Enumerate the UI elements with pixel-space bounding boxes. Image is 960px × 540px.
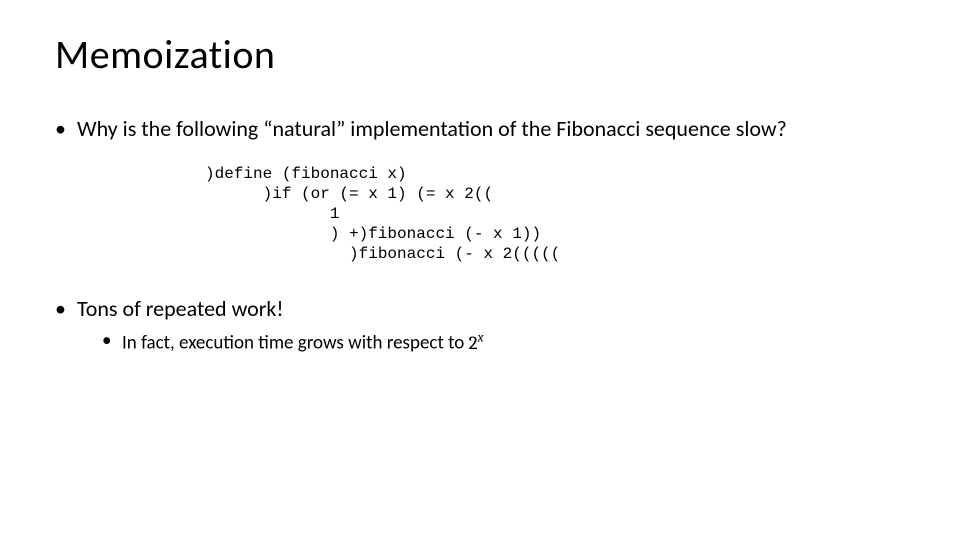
slide-title: Memoization xyxy=(55,30,905,79)
bullet-text-1: Why is the following “natural” implement… xyxy=(77,115,787,142)
sub-bullet-text-1: In fact, execution time grows with respe… xyxy=(122,332,469,355)
bullet-list: Why is the following “natural” implement… xyxy=(55,114,905,144)
bullet-text-2: Tons of repeated work! xyxy=(77,295,284,322)
bullet-list-2: Tons of repeated work! In fact, executio… xyxy=(55,294,905,357)
code-block: )define (fibonacci x) )if (or (= x 1) (=… xyxy=(205,164,905,264)
sub-bullet-list: In fact, execution time grows with respe… xyxy=(102,329,905,356)
slide: Memoization Why is the following “natura… xyxy=(0,0,960,540)
exponent-superscript: x xyxy=(478,330,484,345)
exponent-expression: 2x xyxy=(469,332,484,354)
bullet-item-1: Why is the following “natural” implement… xyxy=(55,114,905,144)
exponent-base: 2 xyxy=(469,332,478,354)
bullet-item-2: Tons of repeated work! In fact, executio… xyxy=(55,294,905,357)
sub-bullet-item-1: In fact, execution time grows with respe… xyxy=(102,329,905,356)
